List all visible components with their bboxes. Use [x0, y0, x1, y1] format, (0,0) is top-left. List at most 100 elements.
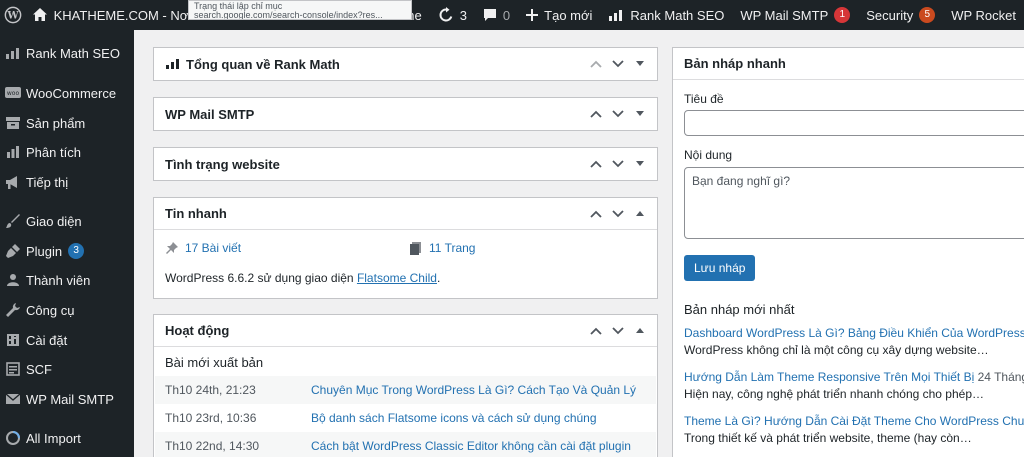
sidebar-item-rank-math[interactable]: Rank Math SEO	[0, 39, 134, 67]
draft-link[interactable]: Dashboard WordPress Là Gì? Bảng Điều Khi…	[684, 326, 1024, 340]
draft-link[interactable]: Theme Là Gì? Hướng Dẫn Cài Đặt Theme Cho…	[684, 414, 1024, 428]
sidebar-item-all-import[interactable]: All Import	[0, 424, 134, 452]
draft-title-label: Tiêu đề	[684, 92, 724, 106]
draft-title-input[interactable]	[684, 110, 1024, 136]
posts-count: 17 Bài viết	[185, 241, 242, 255]
draft-date: 24 Tháng m	[977, 370, 1024, 384]
move-up-icon[interactable]	[585, 198, 607, 230]
wp-rocket-label: WP Rocket	[951, 7, 1016, 23]
draft-content-textarea[interactable]: Bạn đang nghĩ gì?	[684, 167, 1024, 239]
import-icon	[4, 429, 22, 447]
version-info: WordPress 6.6.2 sử dụng giao diện Flatso…	[165, 271, 441, 285]
sidebar-item-woocommerce[interactable]: woo WooCommerce	[0, 79, 134, 107]
sidebar-item-label: Sản phẩm	[26, 115, 86, 131]
svg-text:W: W	[6, 11, 19, 22]
sidebar-item-label: Thành viên	[26, 272, 91, 288]
sidebar-item-label: SCF	[26, 361, 52, 377]
toggle-panel-icon[interactable]	[629, 198, 651, 230]
wp-rocket-link[interactable]: WP Rocket	[943, 0, 1024, 30]
wp-mail-smtp-link[interactable]: WP Mail SMTP 1	[732, 0, 858, 30]
plugin-icon	[4, 242, 22, 260]
widget-title: Tin nhanh	[165, 206, 227, 221]
widget-activity: Hoạt động Bài mới xuất bản Th10 24th, 21…	[153, 314, 658, 457]
home-icon	[32, 8, 47, 21]
analytics-icon	[4, 143, 22, 161]
toggle-panel-icon[interactable]	[629, 98, 651, 130]
move-down-icon[interactable]	[607, 98, 629, 130]
post-link[interactable]: Cách bật WordPress Classic Editor không …	[311, 439, 631, 453]
move-up-icon[interactable]	[585, 98, 607, 130]
draft-excerpt: WordPress không chỉ là một công cụ xây d…	[684, 343, 989, 357]
users-icon	[4, 271, 22, 289]
site-name-link[interactable]: KHATHEME.COM - Nơi M	[28, 0, 214, 30]
pages-count-link[interactable]: 11 Trang	[409, 241, 475, 255]
activity-row: Th10 24th, 21:23 Chuyên Mục Trong WordPr…	[155, 376, 656, 404]
toggle-panel-icon[interactable]	[629, 315, 651, 347]
widget-header: Hoạt động	[154, 315, 657, 347]
toggle-panel-icon[interactable]	[629, 148, 651, 180]
sidebar-item-label: Phân tích	[26, 144, 81, 160]
sidebar-item-plugins[interactable]: Plugin 3	[0, 237, 134, 265]
widget-title: WP Mail SMTP	[165, 106, 255, 122]
draft-excerpt: Trong thiết kế và phát triển website, th…	[684, 431, 972, 445]
move-up-icon[interactable]	[585, 48, 607, 80]
post-link[interactable]: Bộ danh sách Flatsome icons và cách sử d…	[311, 411, 597, 425]
comments-count: 0	[502, 7, 511, 23]
rank-math-icon	[165, 58, 181, 70]
sidebar-item-users[interactable]: Thành viên	[0, 266, 134, 294]
pages-count: 11 Trang	[429, 241, 476, 255]
move-up-icon[interactable]	[585, 315, 607, 347]
sidebar-item-products[interactable]: Sản phẩm	[0, 109, 134, 137]
move-down-icon[interactable]	[607, 48, 629, 80]
settings-icon	[4, 331, 22, 349]
security-badge: 5	[919, 7, 936, 23]
wordpress-logo-icon[interactable]: W	[0, 0, 28, 30]
comments-link[interactable]: 0	[475, 0, 518, 30]
move-down-icon[interactable]	[607, 148, 629, 180]
sidebar-item-marketing[interactable]: Tiếp thị	[0, 168, 134, 196]
security-label: Security	[866, 7, 914, 23]
rank-math-icon	[609, 10, 623, 21]
sidebar-item-label: Công cụ	[26, 302, 75, 318]
widget-wp-mail-smtp: WP Mail SMTP	[153, 97, 658, 131]
sidebar-item-hidden[interactable]	[0, 30, 134, 38]
new-content-link[interactable]: Tạo mới	[518, 0, 600, 30]
post-link[interactable]: Chuyên Mục Trong WordPress Là Gì? Cách T…	[311, 383, 636, 397]
appearance-icon	[4, 212, 22, 230]
rank-math-link[interactable]: Rank Math SEO	[600, 0, 732, 30]
sidebar-item-tools[interactable]: Công cụ	[0, 296, 134, 324]
comment-icon	[483, 9, 496, 21]
wp-mail-smtp-label: WP Mail SMTP	[740, 7, 829, 23]
sidebar-item-appearance[interactable]: Giao diện	[0, 207, 134, 235]
post-date: Th10 22nd, 14:30	[165, 439, 260, 453]
move-up-icon[interactable]	[585, 148, 607, 180]
security-link[interactable]: Security 5	[858, 0, 943, 30]
refresh-icon	[439, 7, 452, 22]
theme-link[interactable]: Flatsome Child	[357, 271, 437, 285]
post-date: Th10 23rd, 10:36	[165, 411, 257, 425]
posts-count-link[interactable]: 17 Bài viết	[165, 241, 241, 255]
draft-link[interactable]: Hướng Dẫn Làm Theme Responsive Trên Mọi …	[684, 370, 974, 384]
updates-count: 3	[459, 7, 467, 23]
sidebar-item-settings[interactable]: Cài đặt	[0, 326, 134, 354]
sidebar-item-scf[interactable]: SCF	[0, 355, 134, 383]
draft-excerpt: Hiện nay, công nghệ phát triển nhanh chó…	[684, 387, 984, 401]
link-tooltip: Trạng thái lập chỉ mục search.google.com…	[188, 0, 412, 20]
rank-math-label: Rank Math SEO	[630, 7, 725, 23]
widget-title: Tổng quan về Rank Math	[186, 56, 340, 72]
sidebar-item-wp-mail-smtp[interactable]: WP Mail SMTP	[0, 385, 134, 413]
plus-icon	[526, 9, 539, 21]
widget-header: Tình trạng website	[154, 148, 657, 180]
sidebar-item-label: WP Mail SMTP	[26, 391, 114, 407]
sidebar-item-label: All Import	[26, 430, 81, 446]
activity-row: Th10 22nd, 14:30 Cách bật WordPress Clas…	[155, 432, 656, 457]
widget-title: Tình trạng website	[165, 156, 280, 172]
widget-rank-math-overview: Tổng quan về Rank Math	[153, 47, 658, 81]
sidebar-item-analytics[interactable]: Phân tích	[0, 138, 134, 166]
updates-link[interactable]: 3	[430, 0, 475, 30]
save-draft-button[interactable]: Lưu nháp	[684, 255, 756, 281]
move-down-icon[interactable]	[607, 198, 629, 230]
post-date: Th10 24th, 21:23	[165, 383, 256, 397]
move-down-icon[interactable]	[607, 315, 629, 347]
toggle-panel-icon[interactable]	[629, 48, 651, 80]
